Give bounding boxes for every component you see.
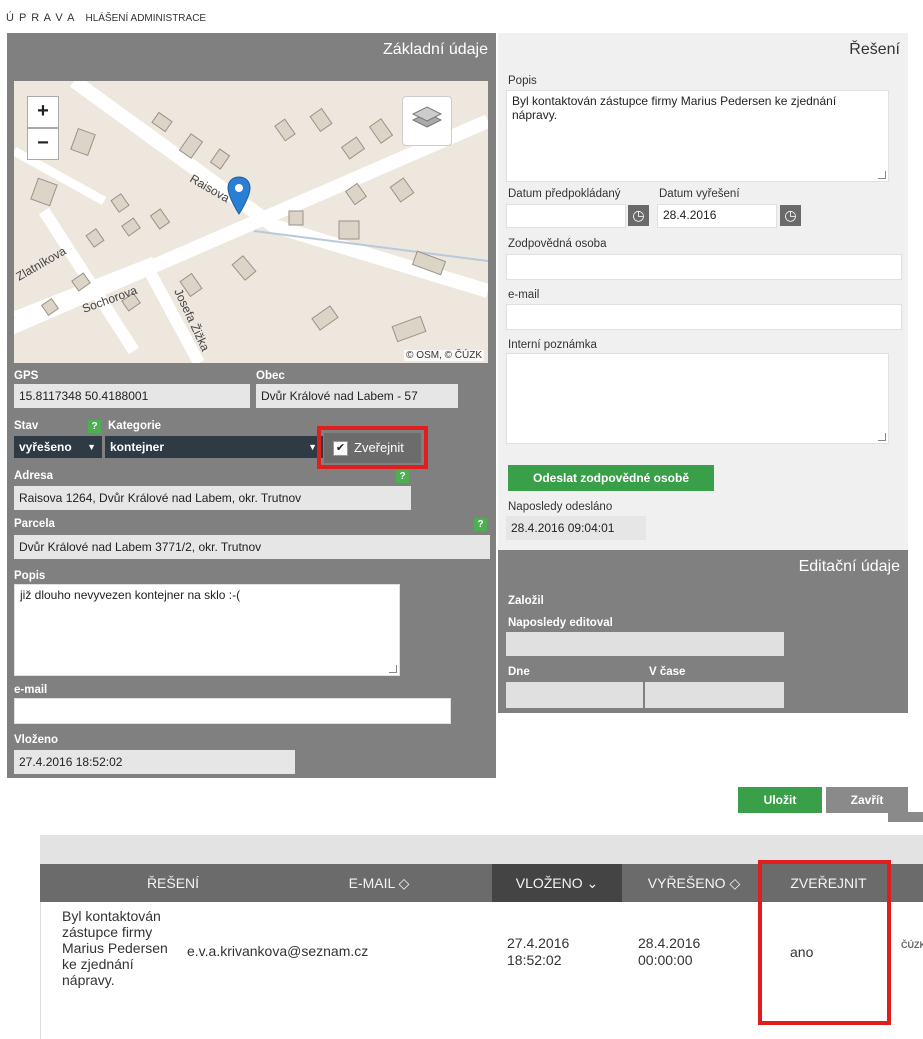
founded-label: Založil — [508, 595, 544, 607]
popis-text: již dlouho nevyvezen kontejner na sklo :… — [20, 588, 241, 602]
solution-email-input[interactable] — [506, 304, 902, 330]
save-button[interactable]: Uložit — [738, 787, 822, 813]
stav-help-icon[interactable]: ? — [88, 420, 101, 433]
chevron-down-icon: ▼ — [308, 442, 317, 452]
gps-field: 15.8117348 50.4188001 — [14, 384, 250, 408]
kategorie-label: Kategorie — [108, 420, 162, 432]
location-pin-icon[interactable] — [227, 176, 251, 219]
chevron-down-icon: ▼ — [87, 442, 96, 452]
cuzk-logo-icon[interactable]: ČÚZK — [901, 940, 923, 950]
time-field — [645, 682, 784, 708]
table-header-spacer — [40, 864, 80, 902]
date-planned-label: Datum předpokládaný — [508, 188, 621, 200]
send-to-responsible-button[interactable]: Odeslat zodpovědné osobě — [508, 465, 714, 491]
table-scroll-handle[interactable] — [888, 812, 923, 822]
adresa-field: Raisova 1264, Dvůr Králové nad Labem, ok… — [14, 486, 411, 510]
cell-solution: Byl kontaktován zástupce firmy Marius Pe… — [62, 908, 168, 988]
publish-label: Zveřejnit — [354, 440, 404, 455]
kategorie-value: kontejner — [110, 440, 165, 454]
note-label: Interní poznámka — [508, 339, 597, 351]
solution-title: Řešení — [849, 41, 900, 58]
close-button[interactable]: Zavřít — [826, 787, 908, 813]
solution-popis-text: Byl kontaktován zástupce firmy Marius Pe… — [512, 94, 837, 122]
day-label: Dne — [508, 666, 530, 678]
date-solved-label: Datum vyřešení — [659, 188, 740, 200]
time-label: V čase — [649, 666, 686, 678]
date-solved-input[interactable]: 28.4.2016 — [657, 204, 777, 228]
resize-handle-icon[interactable] — [878, 171, 886, 179]
vlozeno-field: 27.4.2016 18:52:02 — [14, 750, 295, 774]
note-textarea[interactable] — [506, 353, 889, 444]
resize-handle-icon[interactable] — [389, 665, 397, 673]
last-sent-field: 28.4.2016 09:04:01 — [506, 516, 646, 540]
publish-toggle[interactable]: ✔ Zveřejnit — [324, 433, 421, 463]
parcela-label: Parcela — [14, 518, 55, 530]
cell-inserted: 27.4.2016 18:52:02 — [507, 935, 570, 968]
popis-label: Popis — [14, 570, 46, 582]
table-header-end — [891, 864, 923, 902]
location-map[interactable]: Raisova Zlatníkova Sochorova Josefa Žižk… — [14, 81, 488, 363]
last-edited-label: Naposledy editoval — [508, 617, 613, 629]
stav-select[interactable]: vyřešeno ▼ — [14, 436, 102, 458]
day-field — [506, 682, 643, 708]
date-planned-input[interactable] — [506, 204, 626, 228]
clock-icon[interactable]: ◷ — [628, 205, 649, 226]
email-label: e-mail — [14, 684, 48, 696]
cell-solved: 28.4.2016 00:00:00 — [638, 935, 701, 968]
vlozeno-label: Vloženo — [14, 734, 59, 746]
layers-icon — [411, 106, 443, 128]
stav-value: vyřešeno — [19, 440, 72, 454]
zoom-in-button[interactable]: + — [27, 96, 59, 128]
parcela-field: Dvůr Králové nad Labem 3771/2, okr. Trut… — [14, 535, 490, 559]
solution-popis-label: Popis — [508, 75, 537, 87]
col-header-email[interactable]: E-MAIL ◇ — [266, 864, 492, 902]
responsible-input[interactable] — [506, 254, 902, 280]
stav-label: Stav — [14, 420, 39, 432]
popis-textarea[interactable]: již dlouho nevyvezen kontejner na sklo :… — [14, 584, 400, 676]
responsible-label: Zodpovědná osoba — [508, 238, 607, 250]
parcela-help-icon[interactable]: ? — [474, 518, 487, 531]
cell-email: e.v.a.krivankova@seznam.cz — [187, 943, 369, 959]
publish-column-highlight — [758, 860, 891, 1025]
col-header-solution[interactable]: ŘEŠENÍ — [80, 864, 266, 902]
last-sent-label: Naposledy odesláno — [508, 501, 613, 513]
clock-icon[interactable]: ◷ — [780, 205, 801, 226]
adresa-label: Adresa — [14, 470, 53, 482]
breadcrumb: Ú P R A V A HLÁŠENÍ ADMINISTRACE — [6, 12, 206, 24]
last-edited-field — [506, 632, 784, 656]
solution-popis-textarea[interactable]: Byl kontaktován zástupce firmy Marius Pe… — [506, 90, 889, 182]
publish-checkbox[interactable]: ✔ — [333, 441, 348, 456]
zoom-out-button[interactable]: − — [27, 128, 59, 160]
breadcrumb-page: HLÁŠENÍ ADMINISTRACE — [85, 13, 207, 24]
edit-info-title: Editační údaje — [798, 558, 900, 575]
email-input[interactable] — [14, 698, 451, 724]
resize-handle-icon[interactable] — [878, 433, 886, 441]
solution-email-label: e-mail — [508, 289, 540, 301]
gps-label: GPS — [14, 370, 39, 382]
col-header-inserted[interactable]: VLOŽENO ⌄ — [492, 864, 622, 902]
obec-label: Obec — [256, 370, 285, 382]
basic-info-title: Základní údaje — [383, 41, 488, 58]
adresa-help-icon[interactable]: ? — [396, 470, 409, 483]
obec-field: Dvůr Králové nad Labem - 57 — [256, 384, 458, 408]
map-attribution: © OSM, © ČÚZK — [404, 350, 484, 361]
breadcrumb-section: Ú P R A V A — [6, 12, 76, 24]
col-header-solved[interactable]: VYŘEŠENO ◇ — [622, 864, 766, 902]
kategorie-select[interactable]: kontejner ▼ — [105, 436, 323, 458]
layers-button[interactable] — [402, 96, 452, 146]
